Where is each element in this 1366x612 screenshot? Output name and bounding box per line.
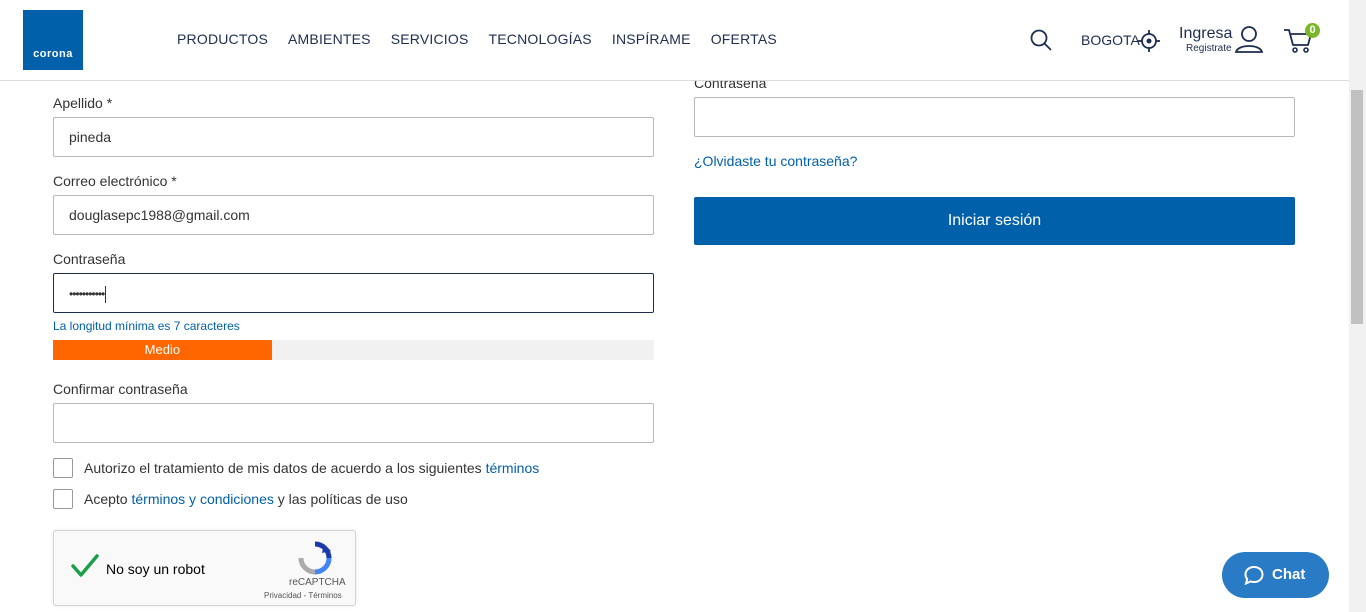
recaptcha-label: No soy un robot [106,561,205,577]
lastname-label: Apellido * [53,95,113,111]
password-value: ••••••••••• [69,287,105,301]
accept-terms-checkbox[interactable] [53,489,73,509]
lastname-field[interactable]: pineda [53,117,654,157]
forgot-password-link[interactable]: ¿Olvidaste tu contraseña? [694,153,857,169]
nav-item-ambientes[interactable]: AMBIENTES [288,31,371,47]
password-strength-meter: Medio [53,340,654,360]
confirm-password-field[interactable] [53,403,654,443]
recaptcha-brand: reCAPTCHA [289,577,346,588]
login-submit-button[interactable]: Iniciar sesión [694,197,1295,245]
confirm-password-label: Confirmar contraseña [53,381,188,397]
accept-prefix: Acepto [84,491,132,507]
page-scrollbar[interactable] [1349,0,1366,612]
email-label: Correo electrónico * [53,173,177,189]
main-nav: PRODUCTOS AMBIENTES SERVICIOS TECNOLOGÍA… [177,31,777,47]
login-link[interactable]: Ingresa [1179,25,1232,43]
consent-checkbox[interactable] [53,458,73,478]
password-strength-fill: Medio [53,340,272,360]
nav-item-servicios[interactable]: SERVICIOS [391,31,469,47]
nav-item-inspirame[interactable]: INSPÍRAME [612,31,691,47]
register-link[interactable]: Registrate [1186,43,1232,54]
city-selector[interactable]: BOGOTA [1081,32,1140,48]
consent-terms-link[interactable]: términos [486,460,540,476]
nav-item-ofertas[interactable]: OFERTAS [711,31,777,47]
logo-text: corona [33,48,73,60]
chat-button[interactable]: Chat [1222,552,1329,598]
search-icon[interactable] [1030,29,1052,51]
email-value: douglasepc1988@gmail.com [69,207,250,223]
site-header: corona PRODUCTOS AMBIENTES SERVICIOS TEC… [0,0,1349,81]
user-icon[interactable] [1234,25,1264,53]
login-password-field[interactable] [694,97,1295,137]
text-caret [105,285,107,303]
accept-suffix: y las políticas de uso [273,491,408,507]
cart-count-badge: 0 [1305,23,1320,38]
chat-bubble-icon [1244,565,1264,585]
checkmark-icon [71,554,99,577]
nav-item-productos[interactable]: PRODUCTOS [177,31,268,47]
recaptcha-terms-links[interactable]: Privacidad - Términos [264,591,342,600]
chat-label: Chat [1272,566,1306,583]
email-field[interactable]: douglasepc1988@gmail.com [53,195,654,235]
accept-terms-text: Acepto términos y condiciones y las polí… [84,491,408,507]
corona-logo[interactable]: corona [23,10,83,70]
password-label: Contraseña [53,251,126,267]
terms-conditions-link[interactable]: términos y condiciones [131,491,273,507]
lastname-value: pineda [69,129,112,145]
recaptcha-logo-icon [298,541,332,575]
consent-text: Autorizo el tratamiento de mis datos de … [84,460,539,476]
nav-item-tecnologias[interactable]: TECNOLOGÍAS [489,31,592,47]
locate-icon[interactable] [1138,30,1160,52]
password-field[interactable]: ••••••••••• [53,273,654,313]
scrollbar-thumb[interactable] [1351,90,1363,324]
password-hint: La longitud mínima es 7 caracteres [53,319,240,333]
recaptcha-widget[interactable]: No soy un robot reCAPTCHA Privacidad - T… [53,530,356,606]
consent-label: Autorizo el tratamiento de mis datos de … [84,460,486,476]
